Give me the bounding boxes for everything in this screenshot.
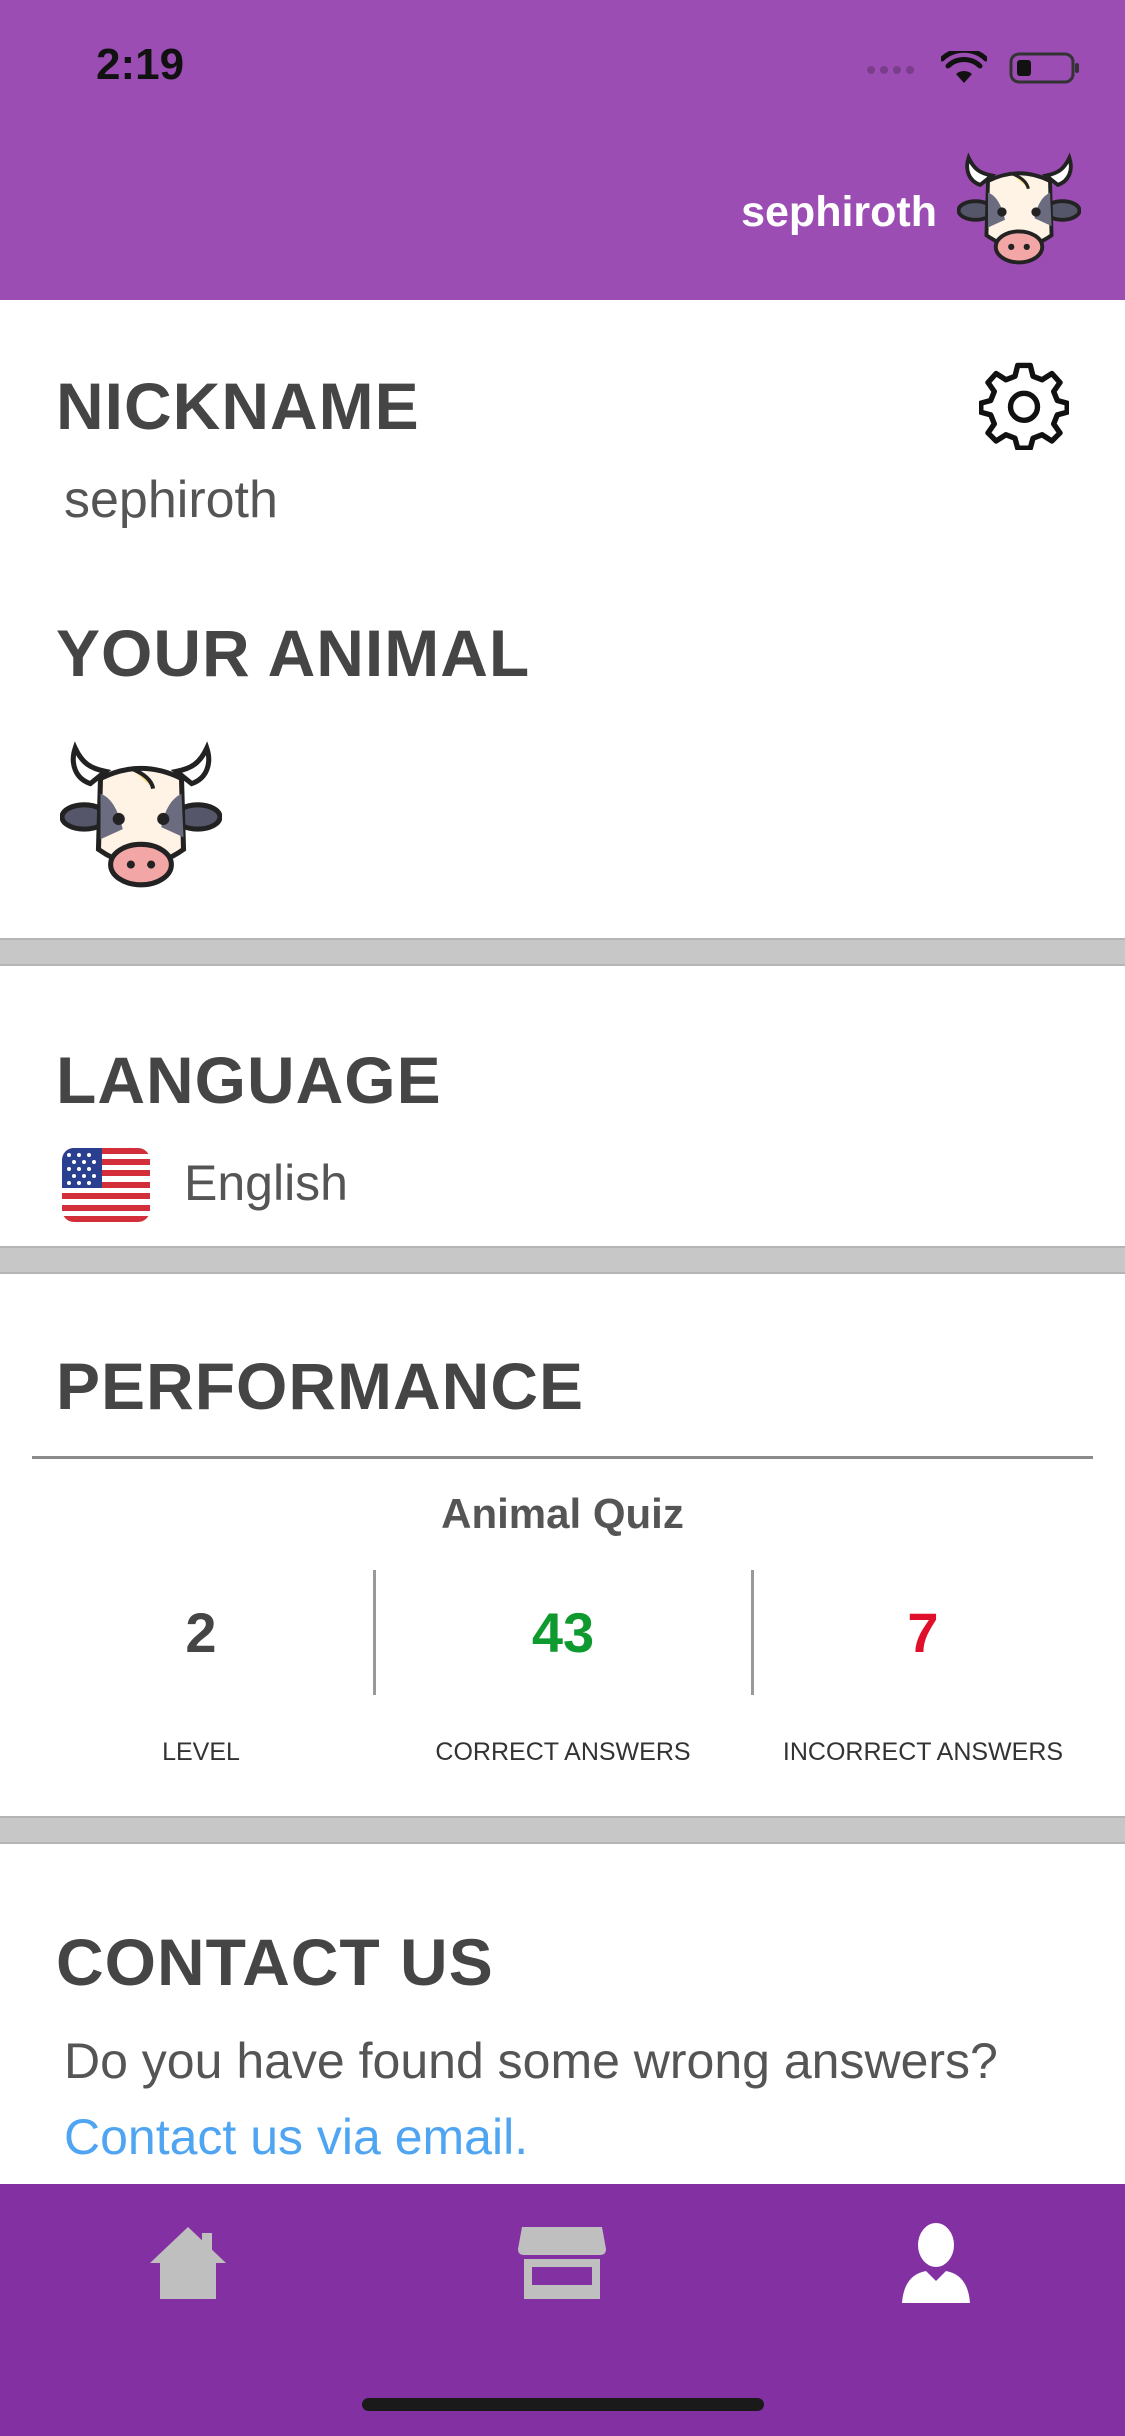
performance-section: PERFORMANCE <box>0 1274 1125 1816</box>
store-icon <box>518 2227 606 2299</box>
stat-divider <box>373 1570 376 1695</box>
quiz-name: Animal Quiz <box>441 1490 684 1537</box>
home-indicator <box>362 2398 764 2411</box>
settings-gear-icon[interactable] <box>979 360 1069 450</box>
section-divider <box>0 1816 1125 1844</box>
animal-title: YOUR ANIMAL <box>56 616 531 690</box>
section-divider <box>0 938 1125 966</box>
contact-title: CONTACT US <box>56 1925 494 1999</box>
stat-divider <box>751 1570 754 1695</box>
nickname-value: sephiroth <box>64 471 278 529</box>
tab-home[interactable] <box>138 2218 238 2308</box>
cellular-signal-icon <box>867 66 914 74</box>
incorrect-answers-value: 7 <box>907 1601 939 1664</box>
incorrect-answers-label: INCORRECT ANSWERS <box>782 1738 1064 1766</box>
tab-profile[interactable] <box>886 2218 986 2308</box>
level-label: LEVEL <box>162 1738 240 1766</box>
level-value: 2 <box>185 1601 217 1664</box>
contact-email-link[interactable]: Contact us via email. <box>64 2108 528 2166</box>
home-icon <box>150 2227 226 2299</box>
cow-animal-icon[interactable] <box>60 738 222 900</box>
battery-icon <box>1009 52 1079 84</box>
language-value: English <box>184 1155 348 1211</box>
header-username: sephiroth <box>741 187 937 236</box>
language-section[interactable]: LANGUAGE English <box>0 966 1125 1246</box>
status-icons <box>865 48 1081 88</box>
performance-title: PERFORMANCE <box>56 1349 585 1423</box>
correct-answers-label: CORRECT ANSWERS <box>435 1738 691 1766</box>
cow-avatar-icon <box>957 152 1081 265</box>
profile-section: NICKNAME sephiroth YOUR ANIMAL <box>0 300 1125 938</box>
profile-icon <box>902 2223 970 2303</box>
contact-section: CONTACT US Do you have found some wrong … <box>0 1844 1125 2184</box>
section-divider <box>0 1246 1125 1274</box>
header-user[interactable]: sephiroth <box>741 150 1081 274</box>
us-flag-icon <box>62 1148 150 1222</box>
language-title: LANGUAGE <box>56 1043 442 1117</box>
contact-question: Do you have found some wrong answers? <box>64 2033 998 2089</box>
tab-store[interactable] <box>512 2218 612 2308</box>
wifi-icon <box>941 51 987 83</box>
performance-divider <box>32 1456 1093 1459</box>
status-time: 2:19 <box>96 40 185 89</box>
correct-answers-value: 43 <box>531 1601 595 1664</box>
nickname-title: NICKNAME <box>56 369 420 443</box>
